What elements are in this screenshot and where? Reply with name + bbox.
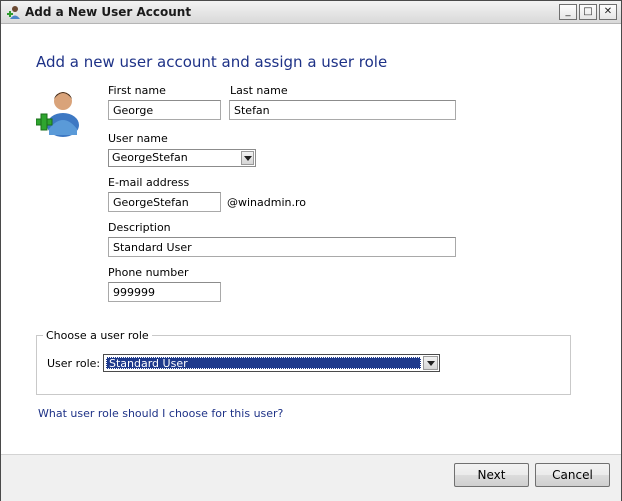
description-field[interactable]: Standard User xyxy=(108,237,456,257)
user-role-select[interactable]: Standard User xyxy=(103,354,440,372)
page-title: Add a new user account and assign a user… xyxy=(36,53,388,71)
phone-field[interactable]: 999999 xyxy=(108,282,221,302)
user-name-value: GeorgeStefan xyxy=(112,151,188,164)
chevron-down-icon[interactable] xyxy=(241,151,254,165)
maximize-button[interactable]: □ xyxy=(579,4,597,20)
add-user-icon xyxy=(7,6,20,19)
last-name-field[interactable]: Stefan xyxy=(229,100,456,120)
close-button[interactable]: ✕ xyxy=(599,4,617,20)
user-name-combo[interactable]: GeorgeStefan xyxy=(108,149,256,167)
email-label: E-mail address xyxy=(108,176,190,189)
chevron-down-icon[interactable] xyxy=(423,356,438,370)
window-title: Add a New User Account xyxy=(25,5,192,19)
description-label: Description xyxy=(108,221,171,234)
user-role-help-link[interactable]: What user role should I choose for this … xyxy=(38,407,283,420)
user-role-group-title: Choose a user role xyxy=(43,329,152,342)
phone-label: Phone number xyxy=(108,266,189,279)
add-user-window: Add a New User Account _ □ ✕ Add a new u… xyxy=(0,0,622,501)
first-name-label: First name xyxy=(108,84,166,97)
user-role-value: Standard User xyxy=(106,357,421,370)
user-role-label: User role: xyxy=(47,357,101,370)
window-controls: _ □ ✕ xyxy=(559,4,617,20)
user-add-avatar-icon xyxy=(36,92,79,137)
minimize-button[interactable]: _ xyxy=(559,4,577,20)
email-field[interactable]: GeorgeStefan xyxy=(108,192,221,212)
last-name-label: Last name xyxy=(230,84,288,97)
next-button[interactable]: Next xyxy=(454,463,529,487)
title-bar[interactable]: Add a New User Account _ □ ✕ xyxy=(1,1,621,24)
user-name-label: User name xyxy=(108,132,168,145)
cancel-button[interactable]: Cancel xyxy=(535,463,610,487)
email-domain: @winadmin.ro xyxy=(227,196,306,209)
first-name-field[interactable]: George xyxy=(108,100,221,120)
